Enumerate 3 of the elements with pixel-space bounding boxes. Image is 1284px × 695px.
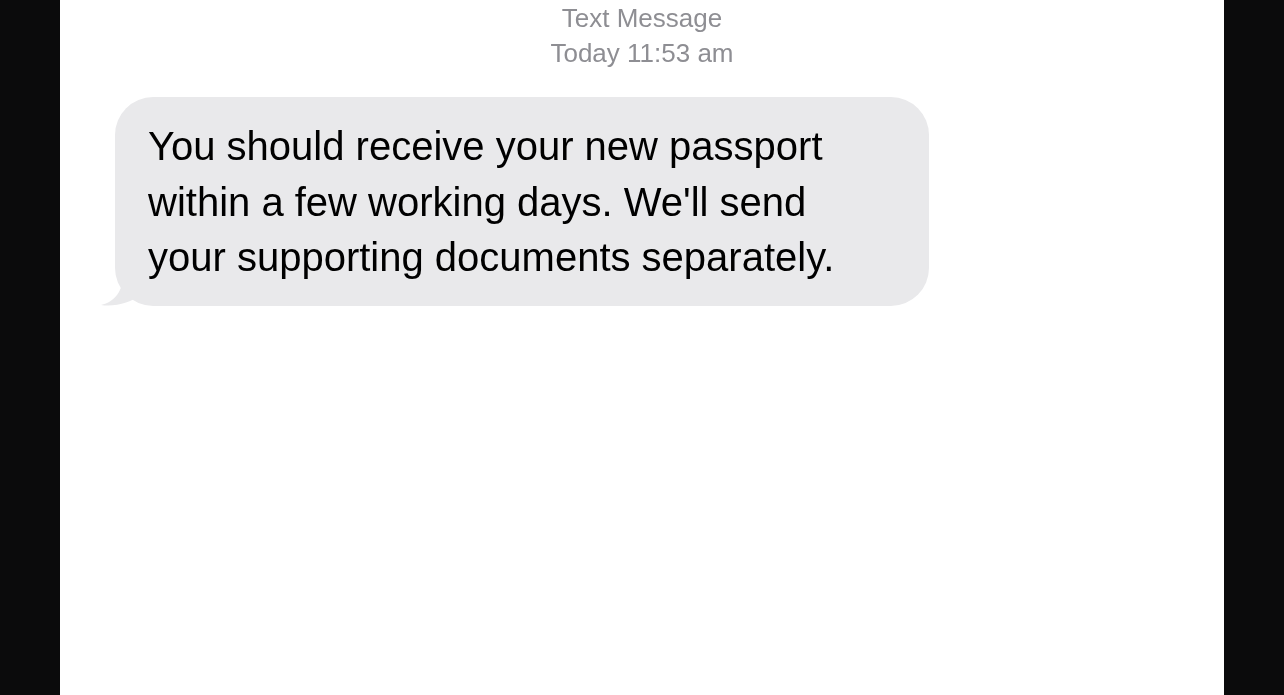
message-bubble: You should receive your new passport within a few working days. We'll send your supporting documents separately. <box>115 97 929 306</box>
conversation-label: Text Message <box>561 3 723 34</box>
message-timestamp: Today 11:53 am <box>550 38 734 69</box>
